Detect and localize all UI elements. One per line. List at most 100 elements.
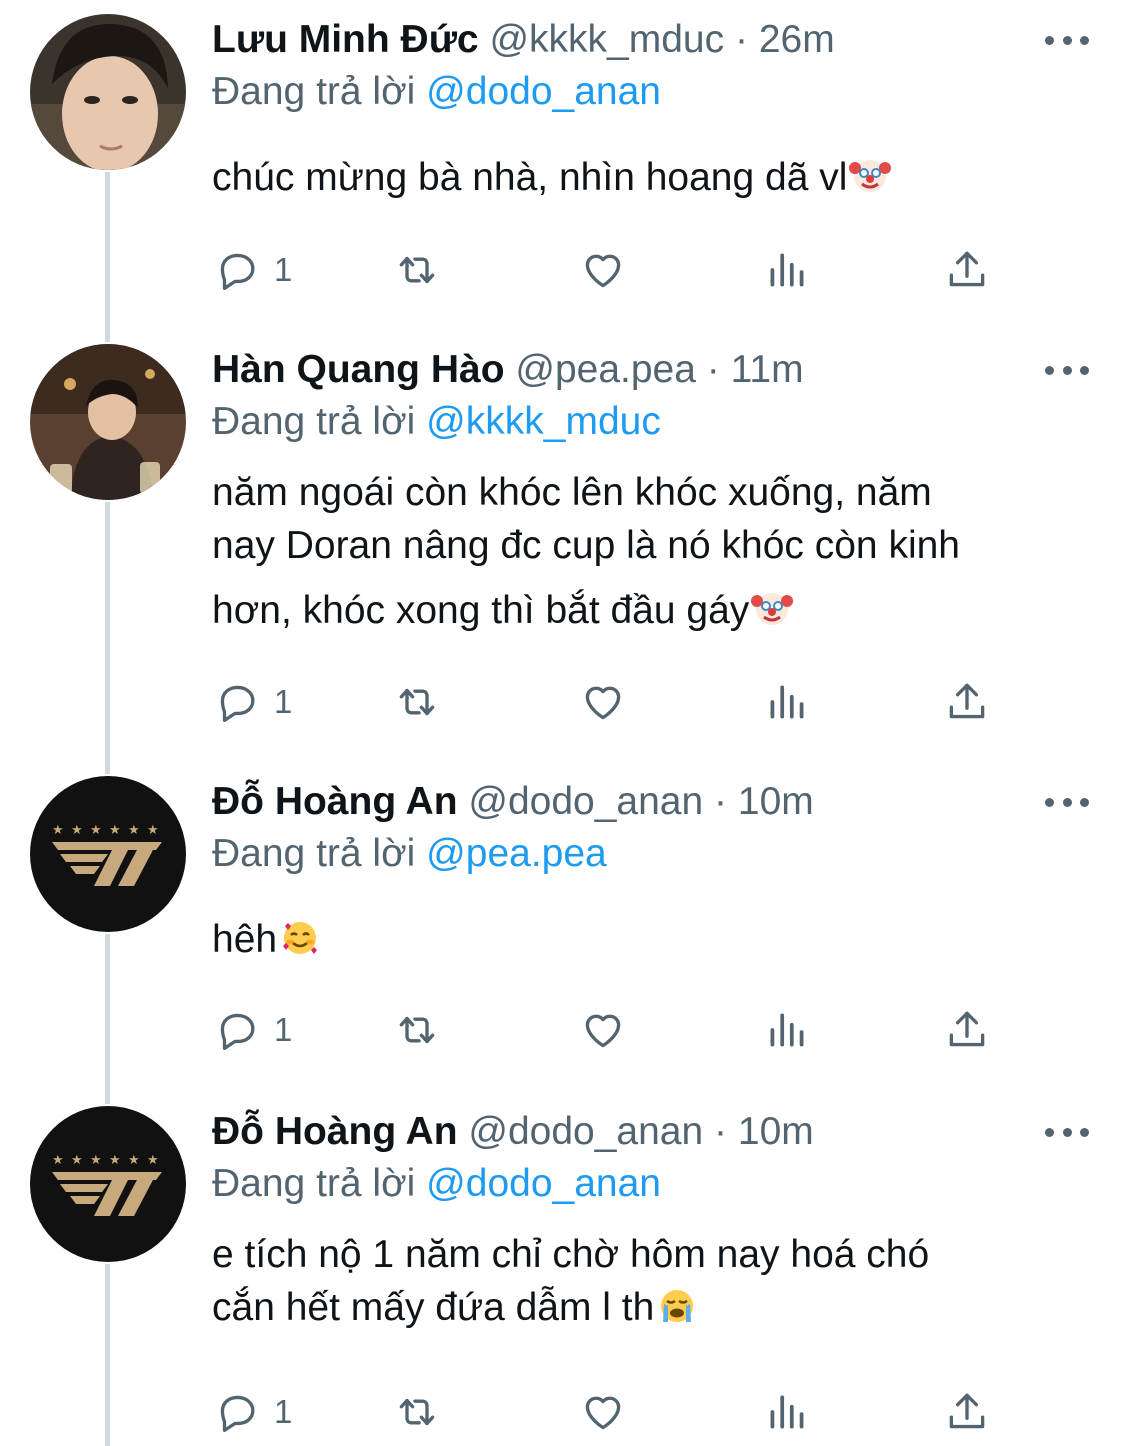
avatar[interactable] [30, 14, 186, 170]
reply-button[interactable]: 1 [212, 1384, 292, 1440]
like-icon [585, 254, 621, 288]
tweet-text-line: e tích nộ 1 năm chỉ chờ hôm nay hoá chó [212, 1233, 930, 1276]
share-icon [949, 683, 985, 719]
display-name[interactable]: Lưu Minh Đức [212, 18, 479, 61]
timestamp[interactable]: 10m [738, 1110, 814, 1153]
reply-icon [220, 1013, 255, 1050]
like-icon [585, 686, 621, 720]
share-button[interactable] [942, 242, 992, 298]
retweet-button[interactable] [392, 1002, 442, 1058]
display-name[interactable]: Đỗ Hoàng An [212, 1110, 458, 1153]
retweet-button[interactable] [392, 242, 442, 298]
like-icon [585, 1014, 621, 1048]
display-name[interactable]: Hàn Quang Hào [212, 348, 505, 391]
retweet-icon [399, 688, 435, 716]
svg-text:★: ★ [71, 823, 83, 838]
timestamp[interactable]: 26m [759, 18, 835, 61]
views-button[interactable] [762, 674, 812, 730]
avatar[interactable] [30, 344, 186, 500]
share-button[interactable] [942, 674, 992, 730]
like-button[interactable] [578, 242, 628, 298]
more-icon[interactable] [1045, 344, 1089, 396]
tweet[interactable]: ★ ★ ★ ★ ★ ★ Đỗ Hoàng An @dodo_anan · 10m Đan… [0, 776, 1125, 1086]
tweet-actions: 1 [212, 1002, 1002, 1058]
views-button[interactable] [762, 242, 812, 298]
tweet-text-line: nay Doran nâng đc cup là nó khóc còn kin… [212, 524, 960, 567]
avatar[interactable]: ★ ★ ★ ★ ★ ★ [30, 1106, 186, 1262]
svg-text:★: ★ [90, 1153, 102, 1168]
replying-to: Đang trả lời @dodo_anan [212, 66, 661, 118]
replying-to: Đang trả lời @dodo_anan [212, 1158, 661, 1210]
reply-button[interactable]: 1 [212, 242, 292, 298]
share-icon [949, 1011, 985, 1047]
separator-dot: · [734, 18, 748, 61]
reply-count: 1 [274, 1393, 293, 1430]
username[interactable]: @dodo_anan [468, 1110, 703, 1153]
views-button[interactable] [762, 1384, 812, 1440]
svg-text:★: ★ [109, 823, 121, 838]
retweet-button[interactable] [392, 674, 442, 730]
timestamp[interactable]: 10m [738, 780, 814, 823]
t1-logo: ★ ★ ★ ★ ★ ★ [30, 1106, 186, 1262]
tweet-text-line: cắn hết mấy đứa dẫm l th [212, 1286, 655, 1329]
retweet-icon [399, 1016, 435, 1044]
retweet-button[interactable] [392, 1384, 442, 1440]
tweet[interactable]: Lưu Minh Đức @kkkk_mduc · 26m Đang trả l… [0, 14, 1125, 324]
clown-face-emoji [849, 160, 892, 192]
more-icon[interactable] [1045, 776, 1089, 828]
replying-to-link[interactable]: @pea.pea [426, 832, 607, 875]
reply-count: 1 [274, 251, 293, 288]
tweet-header: Hàn Quang Hào @pea.pea · 11m [212, 344, 804, 396]
tweet[interactable]: ★ ★ ★ ★ ★ ★ Đỗ Hoàng An @dodo_anan · 10m Đan… [0, 1106, 1125, 1446]
replying-label: Đang trả lời [212, 400, 416, 443]
display-name[interactable]: Đỗ Hoàng An [212, 780, 458, 823]
replying-to-link[interactable]: @kkkk_mduc [426, 400, 661, 443]
reply-icon [220, 685, 255, 722]
more-icon[interactable] [1045, 1106, 1089, 1158]
replying-label: Đang trả lời [212, 832, 416, 875]
tweet-header: Đỗ Hoàng An @dodo_anan · 10m [212, 1106, 814, 1158]
views-icon [770, 253, 804, 287]
like-button[interactable] [578, 1384, 628, 1440]
svg-text:★: ★ [90, 823, 102, 838]
replying-to-link[interactable]: @dodo_anan [426, 70, 661, 113]
reply-button[interactable]: 1 [212, 674, 292, 730]
tweet-text: hêh [212, 913, 1092, 966]
svg-text:★: ★ [109, 1153, 121, 1168]
svg-text:★: ★ [52, 823, 64, 838]
tweet-text-line: năm ngoái còn khóc lên khóc xuống, năm [212, 471, 932, 514]
tweet-text-line: hơn, khóc xong thì bắt đầu gáy [212, 589, 750, 632]
reply-icon [220, 1395, 255, 1432]
reply-count: 1 [274, 683, 293, 720]
like-button[interactable] [578, 1002, 628, 1058]
more-icon[interactable] [1045, 14, 1089, 66]
replying-to-link[interactable]: @dodo_anan [426, 1162, 661, 1205]
t1-logo: ★ ★ ★ ★ ★ ★ [30, 776, 186, 932]
username[interactable]: @pea.pea [515, 348, 696, 391]
reply-button[interactable]: 1 [212, 1002, 292, 1058]
views-icon [770, 1395, 804, 1429]
svg-text:★: ★ [128, 823, 140, 838]
svg-text:★: ★ [71, 1153, 83, 1168]
svg-text:★: ★ [147, 823, 159, 838]
reply-icon [220, 253, 255, 290]
svg-text:★: ★ [147, 1153, 159, 1168]
separator-dot: · [714, 780, 728, 823]
views-icon [770, 1013, 804, 1047]
views-button[interactable] [762, 1002, 812, 1058]
share-icon [949, 251, 985, 287]
replying-to: Đang trả lời @pea.pea [212, 828, 607, 880]
loudly-crying-face-emoji [661, 1290, 694, 1322]
like-button[interactable] [578, 674, 628, 730]
tweet[interactable]: Hàn Quang Hào @pea.pea · 11m Đang trả lờ… [0, 344, 1125, 744]
avatar[interactable]: ★ ★ ★ ★ ★ ★ [30, 776, 186, 932]
username[interactable]: @kkkk_mduc [489, 18, 724, 61]
username[interactable]: @dodo_anan [468, 780, 703, 823]
timestamp[interactable]: 11m [731, 348, 804, 391]
share-button[interactable] [942, 1384, 992, 1440]
replying-label: Đang trả lời [212, 70, 416, 113]
clown-face-emoji [751, 593, 794, 625]
tweet-header: Đỗ Hoàng An @dodo_anan · 10m [212, 776, 814, 828]
separator-dot: · [706, 348, 720, 391]
share-button[interactable] [942, 1002, 992, 1058]
